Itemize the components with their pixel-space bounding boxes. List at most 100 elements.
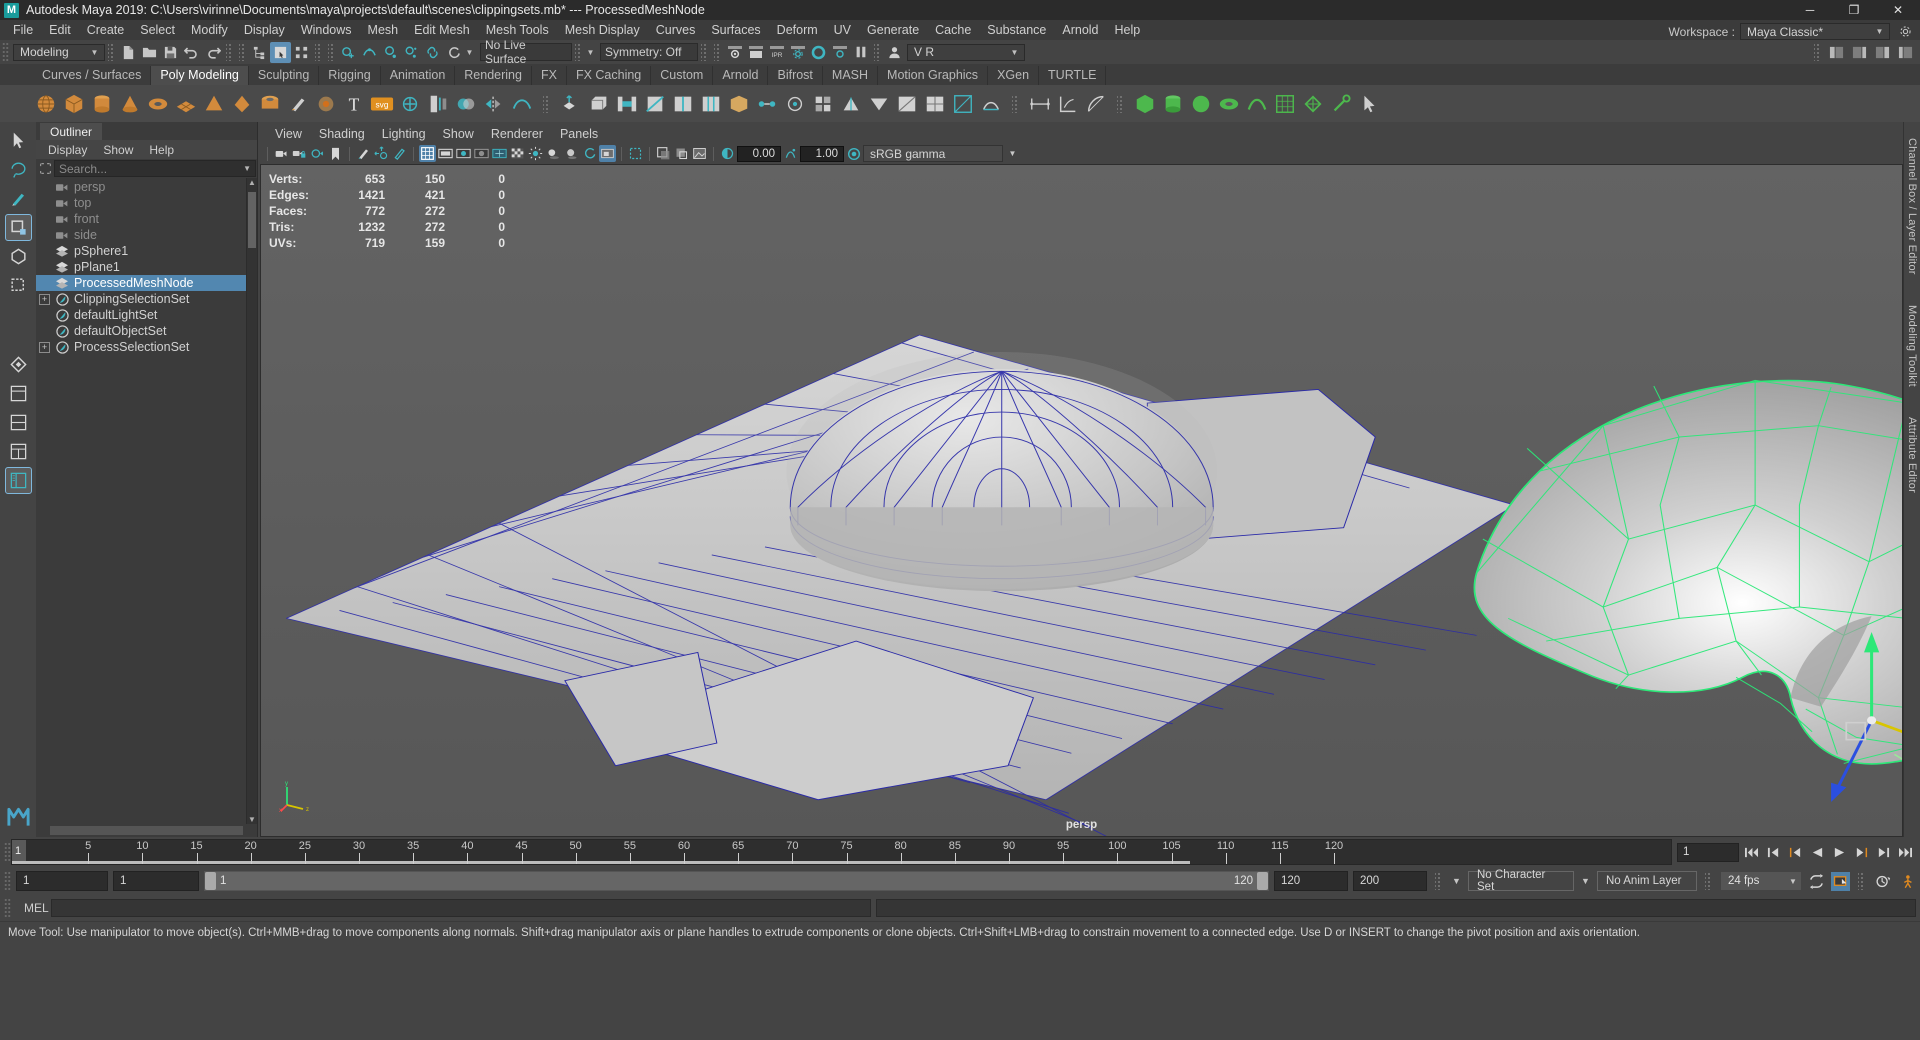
chevron-down-icon[interactable]: ▼ [1450, 876, 1463, 886]
insert-edge-loop-icon[interactable] [670, 91, 696, 117]
search-input[interactable]: Search... ▼ [54, 160, 256, 177]
mirror-icon[interactable] [481, 91, 507, 117]
grease-pencil-erase-icon[interactable] [391, 145, 408, 162]
outliner-item-ClippingSelectionSet[interactable]: +ClippingSelectionSet [36, 291, 246, 307]
quad-draw-icon[interactable] [810, 91, 836, 117]
poly-plane-icon[interactable] [173, 91, 199, 117]
textured-shade-icon[interactable] [509, 145, 526, 162]
poly-green-curve-icon[interactable] [1244, 91, 1270, 117]
step-forward-frame-button[interactable] [1852, 843, 1871, 862]
exposure-icon[interactable] [719, 145, 736, 162]
maximize-button[interactable]: ❐ [1832, 0, 1876, 20]
move-tool[interactable] [5, 214, 32, 241]
show-hide-tool-settings-icon[interactable] [1895, 42, 1916, 63]
poly-green-cube-icon[interactable] [1132, 91, 1158, 117]
rotate-tool[interactable] [5, 243, 32, 270]
viewport-3d[interactable]: Verts:6531500Edges:14214210Faces:7722720… [260, 164, 1903, 837]
layout-outliner-persp-tool[interactable] [5, 467, 32, 494]
tab-outliner[interactable]: Outliner [40, 123, 102, 140]
menu-edit[interactable]: Edit [41, 22, 79, 38]
svg-import-icon[interactable]: svg [369, 91, 395, 117]
outliner-item-top[interactable]: top [36, 195, 246, 211]
combine-icon[interactable] [397, 91, 423, 117]
character-set-combo[interactable]: No Character Set [1468, 871, 1574, 891]
pause-render-icon[interactable] [850, 42, 871, 63]
crease-icon[interactable] [838, 91, 864, 117]
time-slider[interactable]: 1 51015202530354045505560657075808590951… [11, 839, 1672, 865]
color-management-icon[interactable] [845, 145, 862, 162]
lasso-tool[interactable] [5, 156, 32, 183]
append-polygon-icon[interactable] [726, 91, 752, 117]
rail-tab-channel-box[interactable]: Channel Box / Layer Editor [1906, 130, 1918, 283]
select-camera-icon[interactable] [273, 145, 290, 162]
shelf-tab-custom[interactable]: Custom [651, 66, 713, 85]
range-end-field[interactable]: 120 [1274, 871, 1348, 891]
toolbar-grip[interactable] [2, 42, 9, 62]
render-view-icon[interactable] [829, 42, 850, 63]
character-animation-icon[interactable] [1897, 872, 1916, 891]
scale-tool[interactable] [5, 272, 32, 299]
color-space-combo[interactable]: sRGB gamma [863, 145, 1003, 162]
outliner-item-defaultLightSet[interactable]: defaultLightSet [36, 307, 246, 323]
poly-torus-icon[interactable] [145, 91, 171, 117]
viewport-menu-panels[interactable]: Panels [552, 126, 606, 142]
menu-substance[interactable]: Substance [979, 22, 1054, 38]
menu-create[interactable]: Create [79, 22, 133, 38]
menu-select[interactable]: Select [132, 22, 183, 38]
chevron-down-icon[interactable]: ▼ [243, 164, 251, 173]
range-grip[interactable] [4, 871, 11, 891]
smooth-icon[interactable] [509, 91, 535, 117]
new-scene-icon[interactable] [118, 42, 139, 63]
chevron-down-icon[interactable]: ▼ [464, 48, 475, 57]
multi-cut-icon[interactable] [642, 91, 668, 117]
scroll-up-icon[interactable]: ▲ [247, 178, 257, 187]
measure-distance-icon[interactable] [1027, 91, 1053, 117]
show-hide-channel-box-icon[interactable] [1872, 42, 1893, 63]
undo-icon[interactable] [181, 42, 202, 63]
close-button[interactable]: ✕ [1876, 0, 1920, 20]
menu-deform[interactable]: Deform [769, 22, 826, 38]
separate-icon[interactable] [425, 91, 451, 117]
render-sequence-icon[interactable] [745, 42, 766, 63]
menuset-combo[interactable]: Modeling ▼ [13, 44, 105, 61]
filter-brackets-icon[interactable] [37, 162, 54, 175]
target-weld-icon[interactable] [782, 91, 808, 117]
xray-joints-icon[interactable] [673, 145, 690, 162]
poly-text-icon[interactable]: T [341, 91, 367, 117]
step-forward-keyframe-button[interactable] [1874, 843, 1893, 862]
outliner-menu-display[interactable]: Display [41, 142, 94, 158]
outliner-menu-show[interactable]: Show [96, 142, 140, 158]
outliner-item-ProcessSelectionSet[interactable]: +ProcessSelectionSet [36, 339, 246, 355]
poly-sphere-icon[interactable] [33, 91, 59, 117]
hscrollbar-thumb[interactable] [50, 826, 243, 835]
outliner-item-front[interactable]: front [36, 211, 246, 227]
offset-edge-loop-icon[interactable] [698, 91, 724, 117]
shelf-tab-fx-caching[interactable]: FX Caching [567, 66, 651, 85]
poly-pyramid-icon[interactable] [229, 91, 255, 117]
grease-pencil-move-icon[interactable] [373, 145, 390, 162]
cursor-tool-icon[interactable] [1356, 91, 1382, 117]
snap-toggle-tool[interactable] [5, 351, 32, 378]
symmetry-field[interactable]: Symmetry: Off [600, 43, 698, 61]
shelf-tab-mash[interactable]: MASH [823, 66, 878, 85]
range-start-field[interactable]: 1 [113, 871, 199, 891]
shelf-tab-rigging[interactable]: Rigging [319, 66, 380, 85]
shelf-tab-rendering[interactable]: Rendering [455, 66, 532, 85]
play-forwards-button[interactable] [1830, 843, 1849, 862]
minimize-button[interactable]: ─ [1788, 0, 1832, 20]
shelf-tab-poly-modeling[interactable]: Poly Modeling [151, 66, 249, 85]
wireframe-on-shaded-icon[interactable] [491, 145, 508, 162]
outliner-scrollbar[interactable]: ▲ ▼ [246, 178, 257, 824]
select-object-icon[interactable] [270, 42, 291, 63]
menu-help[interactable]: Help [1107, 22, 1149, 38]
layout-three-pane-tool[interactable] [5, 438, 32, 465]
fps-combo[interactable]: 24 fps ▼ [1720, 871, 1802, 891]
range-slider-right-handle[interactable] [1257, 872, 1268, 890]
chevron-down-icon[interactable]: ▼ [585, 48, 596, 57]
outliner-menu-help[interactable]: Help [142, 142, 181, 158]
menu-arnold[interactable]: Arnold [1054, 22, 1106, 38]
mel-command-input[interactable] [51, 899, 871, 917]
poly-green-wrench-icon[interactable] [1328, 91, 1354, 117]
shelf-tab-animation[interactable]: Animation [381, 66, 456, 85]
rail-tab-modeling-toolkit[interactable]: Modeling Toolkit [1906, 297, 1918, 395]
